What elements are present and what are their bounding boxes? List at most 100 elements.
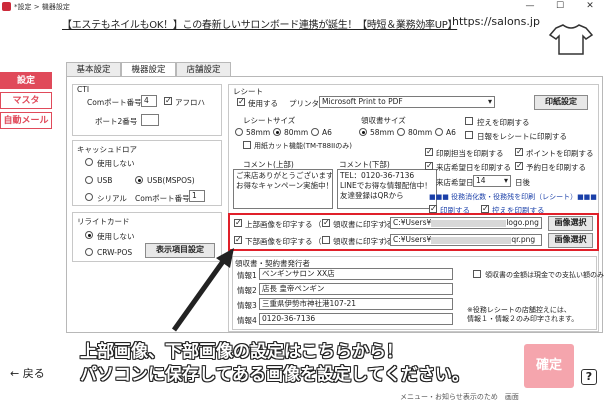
receipt-paper-58-radio[interactable]	[359, 128, 367, 136]
info1-input[interactable]: ベンギンサロン XX店	[259, 268, 453, 280]
top-image-select-button[interactable]: 画像選択	[548, 216, 593, 231]
annotation-line1: 上部画像、下部画像の設定はこちらから！	[80, 342, 403, 362]
copy-label: 控えを印刷する	[477, 118, 530, 127]
cashdrawer-serial-radio[interactable]	[85, 193, 93, 201]
bottom-image-receipt-checkbox[interactable]	[322, 236, 330, 244]
relight-title: リライトカード	[77, 217, 130, 226]
footer-note: メニュー・お知らせ表示のため 画面	[400, 393, 519, 401]
arrow-icon	[171, 248, 234, 332]
maximize-button[interactable]: ☐	[545, 0, 575, 14]
service-print-checkbox[interactable]: ✓	[429, 205, 437, 213]
receipt-size-title: レシートサイズ	[243, 116, 296, 125]
cti-com-input[interactable]: 4	[141, 95, 157, 107]
next-visit-print-label: 来店希望日を印刷する	[436, 163, 511, 172]
bottom-image-path-input[interactable]: C:¥Users¥ qr.png	[390, 234, 542, 246]
tab-basic-settings[interactable]: 基本設定	[66, 62, 121, 77]
printer-dropdown[interactable]: Microsoft Print to PDF	[319, 96, 495, 108]
issuer-group: 領収書・契約書発行者 情報1 ベンギンサロン XX店 情報2 店長 皇帝ペンギン…	[232, 256, 604, 330]
paren-open: （	[314, 220, 322, 229]
afloha-label: アフロハ	[175, 98, 205, 107]
sidebar-item-master[interactable]: マスタ	[0, 92, 52, 109]
next-visit-print-checkbox[interactable]: ✓	[425, 162, 433, 170]
cashdrawer-usb-mspos-label: USB(MSPOS)	[147, 176, 195, 185]
title-bar: *設定 > 機器設定 — ☐ ✕	[0, 0, 605, 14]
bottom-image-row: ✓ 下部画像を印字する （ 領収書に印字する ） C:¥Users¥ qr.png…	[232, 233, 597, 249]
top-image-path-file: logo.png	[506, 218, 539, 227]
top-image-path-prefix: C:¥Users¥	[393, 218, 432, 227]
promo-banner[interactable]: 【エステもネイルもOK！】この春新しいサロンボード連携が誕生！【時短＆業務効率U…	[0, 14, 605, 32]
staff-print-label: 印刷担当を印刷する	[436, 149, 504, 158]
window-title: *設定 > 機器設定	[14, 3, 70, 11]
paren-open: （	[314, 237, 322, 246]
back-button[interactable]: ← 戻る	[10, 365, 45, 381]
receipt-paper-58-label: 58mm	[370, 128, 395, 137]
comment-bottom-textarea[interactable]: TEL：0120-36-7136 LINEでお得な情報配信中！ 友達登録はQRか…	[337, 169, 437, 209]
bottom-image-label: 下部画像を印字する	[245, 237, 313, 246]
bottom-image-path-prefix: C:¥Users¥	[393, 235, 432, 244]
comment-top-textarea[interactable]: ご来店ありがとうございます☆ お得なキャンペーン実施中！	[233, 169, 333, 209]
cashdrawer-usb-radio[interactable]	[85, 176, 93, 184]
receipt-paper-80-radio[interactable]	[397, 128, 405, 136]
redacted-path	[431, 236, 512, 244]
receipt-paper-a6-radio[interactable]	[435, 128, 443, 136]
receipt-size-a6-radio[interactable]	[311, 128, 319, 136]
cashdrawer-com-label: Comポート番号	[135, 194, 190, 203]
receipt-use-checkbox[interactable]: ✓	[237, 98, 245, 106]
reserve-print-checkbox[interactable]: ✓	[515, 162, 523, 170]
info2-input[interactable]: 店長 皇帝ペンギン	[259, 283, 453, 295]
daily-report-checkbox[interactable]	[465, 131, 473, 139]
tshirt-icon	[548, 24, 594, 55]
info4-input[interactable]: 0120-36-7136	[259, 313, 453, 325]
auto-cut-checkbox[interactable]	[243, 141, 251, 149]
relight-none-radio[interactable]	[85, 231, 93, 239]
service-copy-checkbox[interactable]: ✓	[481, 205, 489, 213]
receipt-size-58-radio[interactable]	[235, 128, 243, 136]
promo-text[interactable]: 【エステもネイルもOK！】この春新しいサロンボード連携が誕生！【時短＆業務効率U…	[62, 16, 457, 31]
receipt-paper-size-title: 領収書サイズ	[361, 116, 406, 125]
top-image-checkbox[interactable]: ✓	[234, 219, 242, 227]
sidebar: 設定 マスタ 自動メール	[0, 72, 55, 132]
sidebar-item-auto-mail[interactable]: 自動メール	[0, 112, 52, 129]
receipt-paper-a6-label: A6	[446, 128, 456, 137]
cti-group: CTI Comポート番号 4 ✓ アフロハ ポート2番号	[72, 84, 222, 136]
cash-only-checkbox[interactable]	[473, 270, 481, 278]
visit-days-label: 来店希望日	[436, 178, 474, 187]
receipt-use-label: 使用する	[248, 99, 278, 108]
receipt-paper-80-label: 80mm	[408, 128, 433, 137]
copy-checkbox[interactable]	[465, 117, 473, 125]
sidebar-item-settings[interactable]: 設定	[0, 72, 52, 89]
help-button[interactable]: ?	[581, 369, 597, 385]
bottom-image-select-button[interactable]: 画像選択	[548, 233, 593, 248]
receipt-title: レシート	[233, 87, 263, 96]
receipt-size-80-radio[interactable]	[273, 128, 281, 136]
service-count-title: ■■■ 役務消化数・役務残を印刷（レシート）■■■	[429, 193, 597, 201]
redacted-path	[431, 219, 507, 227]
point-print-label: ポイントを印刷する	[526, 149, 594, 158]
relight-crw-radio[interactable]	[85, 248, 93, 256]
cashdrawer-none-radio[interactable]	[85, 158, 93, 166]
issuer-note: ※役務レシートの店舗控えには、 情報１・情報２のみ印字されます。	[467, 306, 579, 323]
top-image-receipt-checkbox[interactable]: ✓	[322, 219, 330, 227]
port2-label: ポート2番号	[95, 117, 138, 126]
top-image-label: 上部画像を印字する	[245, 220, 313, 229]
receipt-size-a6-label: A6	[322, 128, 332, 137]
info3-input[interactable]: 三重県伊勢市神社港107-21	[259, 298, 453, 310]
receipt-size-58-label: 58mm	[246, 128, 271, 137]
afloha-checkbox[interactable]: ✓	[164, 97, 172, 105]
relight-crw-label: CRW-POS	[97, 248, 133, 257]
top-image-path-input[interactable]: C:¥Users¥ logo.png	[390, 217, 542, 229]
minimize-button[interactable]: —	[515, 0, 545, 14]
bottom-image-checkbox[interactable]: ✓	[234, 236, 242, 244]
cashdrawer-com-input[interactable]: 1	[189, 190, 205, 202]
site-url[interactable]: https://salons.jp	[452, 15, 540, 28]
staff-print-checkbox[interactable]: ✓	[425, 148, 433, 156]
cashdrawer-usb-mspos-radio[interactable]	[135, 176, 143, 184]
visit-days-dropdown[interactable]: 14	[473, 175, 511, 187]
tab-store-settings[interactable]: 店舗設定	[176, 62, 231, 77]
receipt-size-80-label: 80mm	[284, 128, 309, 137]
confirm-button[interactable]: 確定	[524, 344, 574, 388]
port2-input[interactable]	[141, 114, 159, 126]
point-print-checkbox[interactable]: ✓	[515, 148, 523, 156]
print-settings-button[interactable]: 印紙設定	[534, 95, 588, 110]
close-button[interactable]: ✕	[575, 0, 605, 14]
